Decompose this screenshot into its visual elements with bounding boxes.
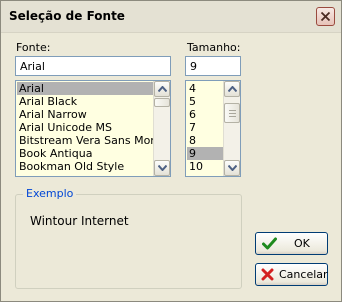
arrow-up-icon: [228, 86, 237, 92]
font-size-input[interactable]: [185, 56, 241, 76]
red-x-icon: [261, 268, 274, 281]
example-groupbox: [15, 194, 242, 289]
example-preview-text: Wintour Internet: [30, 214, 129, 228]
list-item[interactable]: Bookman Old Style: [17, 160, 153, 173]
size-list[interactable]: 4 5 6 7 8 9 10: [185, 80, 241, 177]
list-item[interactable]: Bitstream Vera Sans Mono: [17, 134, 153, 147]
size-list-items: 4 5 6 7 8 9 10: [187, 82, 223, 173]
arrow-up-icon: [158, 86, 167, 92]
font-selection-dialog: Seleção de Fonte Fonte: ArialArial Black…: [0, 0, 342, 302]
arrow-down-icon: [158, 165, 167, 171]
list-item[interactable]: 6: [187, 108, 223, 121]
font-list[interactable]: Arial Arial Black Arial Narrow Arial Unicod…: [15, 80, 171, 177]
arrow-down-icon: [228, 165, 237, 171]
font-scroll-up-button[interactable]: [154, 81, 170, 97]
list-item[interactable]: Arial Narrow: [17, 108, 153, 121]
list-item[interactable]: Arial Black: [17, 95, 153, 108]
list-item[interactable]: 5: [187, 95, 223, 108]
font-scroll-down-button[interactable]: [154, 160, 170, 176]
size-scroll-up-button[interactable]: [224, 81, 240, 97]
checkmark-icon: [262, 237, 277, 250]
size-scroll-thumb[interactable]: [224, 103, 240, 123]
cancel-button-label: Cancelar: [279, 268, 328, 281]
list-item[interactable]: Arial: [17, 82, 153, 95]
list-item[interactable]: 7: [187, 121, 223, 134]
font-list-items: Arial Arial Black Arial Narrow Arial Unicod…: [17, 82, 153, 173]
title-bar[interactable]: Seleção de Fonte: [1, 1, 341, 33]
window-title: Seleção de Fonte: [9, 9, 125, 23]
list-item[interactable]: Book Antiqua: [17, 147, 153, 160]
example-group-label: Exemplo: [23, 187, 77, 200]
close-icon: [320, 11, 331, 22]
font-label: Fonte:: [16, 41, 51, 54]
list-item[interactable]: Arial Unicode MS: [17, 121, 153, 134]
list-item[interactable]: 10: [187, 160, 223, 173]
size-scroll-down-button[interactable]: [224, 160, 240, 176]
list-item[interactable]: 9: [187, 147, 223, 160]
size-list-scrollbar[interactable]: [223, 81, 240, 176]
ok-button[interactable]: OK: [255, 232, 328, 255]
size-label: Tamanho:: [187, 41, 241, 54]
font-name-input[interactable]: [15, 56, 171, 76]
font-scroll-thumb[interactable]: [154, 98, 170, 107]
cancel-button[interactable]: Cancelar: [255, 263, 328, 286]
font-list-scrollbar[interactable]: [153, 81, 170, 176]
list-item[interactable]: 8: [187, 134, 223, 147]
ok-button-label: OK: [294, 237, 310, 250]
close-button[interactable]: [316, 7, 335, 26]
list-item[interactable]: 4: [187, 82, 223, 95]
